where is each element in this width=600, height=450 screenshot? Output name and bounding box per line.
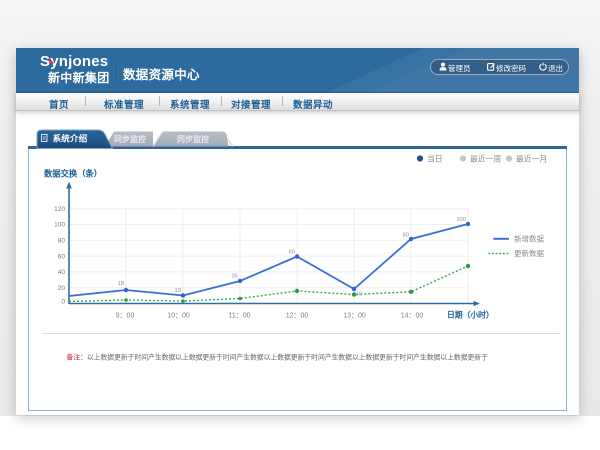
svg-text:10：00: 10：00 <box>167 313 190 320</box>
svg-text:9：00: 9：00 <box>116 313 135 320</box>
svg-text:35: 35 <box>232 274 238 280</box>
svg-text:10: 10 <box>175 288 181 294</box>
svg-text:10: 10 <box>356 292 362 298</box>
svg-text:100: 100 <box>54 222 65 229</box>
svg-text:最近一周: 最近一周 <box>470 153 501 163</box>
svg-text:最近一月: 最近一月 <box>516 153 547 163</box>
svg-text:120: 120 <box>54 206 65 213</box>
svg-text:18: 18 <box>118 281 124 287</box>
svg-text:80: 80 <box>403 233 409 239</box>
svg-text:0: 0 <box>61 298 65 305</box>
svg-text:系统介绍: 系统介绍 <box>53 134 88 144</box>
svg-text:14：00: 14：00 <box>401 313 424 320</box>
svg-text:备注：以上数据更新于时间产生数据以上数据更新于时间产生数据以: 备注：以上数据更新于时间产生数据以上数据更新于时间产生数据以上数据更新于时间产生… <box>67 353 489 362</box>
svg-text:日期（小时）: 日期（小时） <box>447 310 494 320</box>
svg-text:20: 20 <box>58 285 66 292</box>
svg-text:40: 40 <box>58 269 66 276</box>
svg-text:12：00: 12：00 <box>286 313 309 320</box>
svg-text:13：00: 13：00 <box>343 313 366 320</box>
svg-text:11：00: 11：00 <box>228 313 250 320</box>
svg-text:60: 60 <box>289 250 295 256</box>
svg-text:新增数据: 新增数据 <box>514 234 544 244</box>
svg-text:100: 100 <box>456 217 466 223</box>
svg-text:80: 80 <box>58 238 66 245</box>
svg-text:同步监控: 同步监控 <box>177 134 209 144</box>
svg-text:同步监控: 同步监控 <box>114 134 146 144</box>
svg-text:60: 60 <box>58 253 66 260</box>
svg-text:当日: 当日 <box>427 153 443 163</box>
svg-text:更新数据: 更新数据 <box>514 248 544 258</box>
svg-text:数据交换（条）: 数据交换（条） <box>44 169 102 179</box>
